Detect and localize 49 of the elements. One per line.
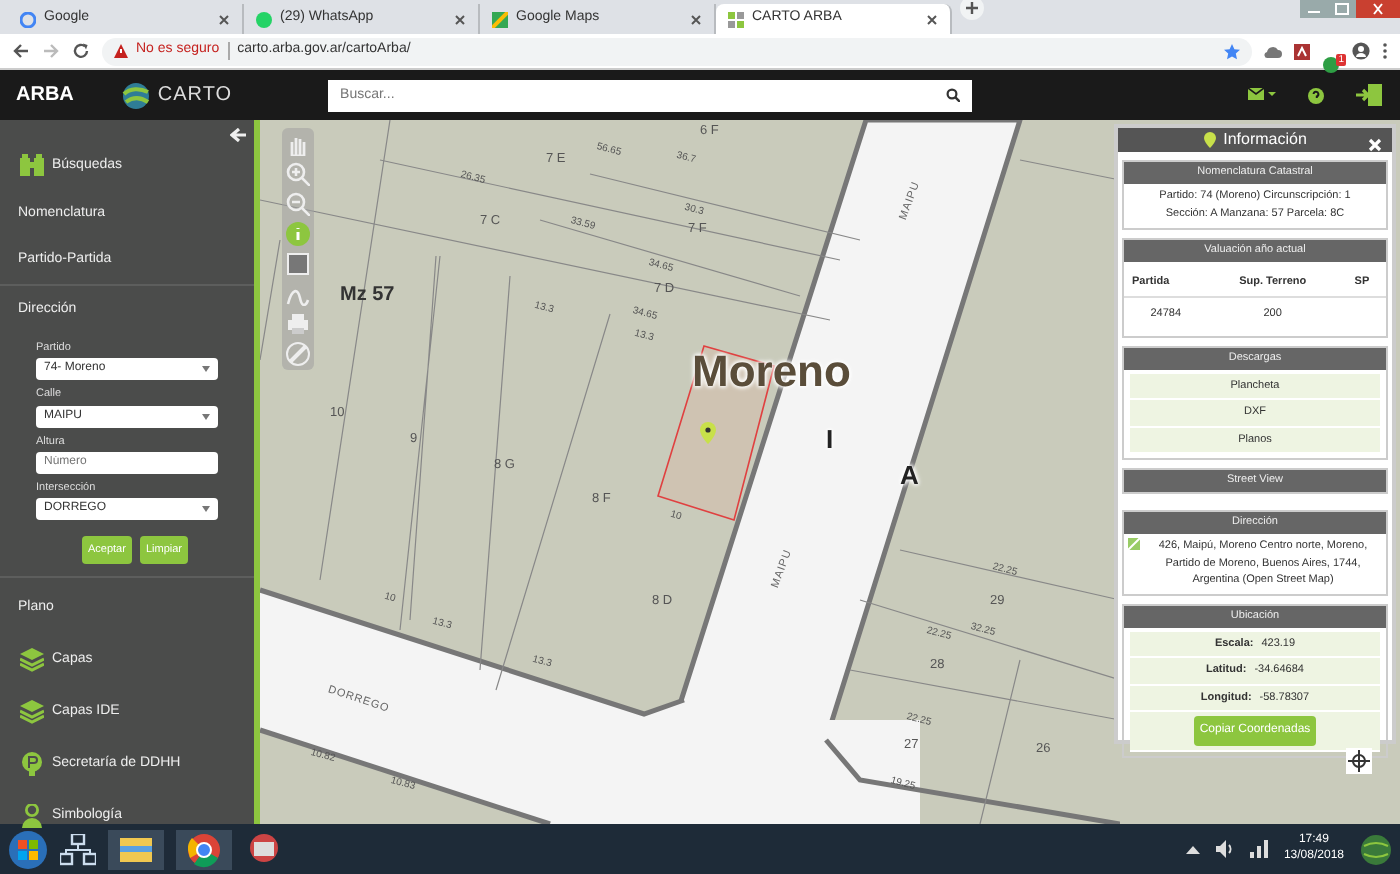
- account-icon[interactable]: [1352, 42, 1370, 60]
- mail-dropdown-icon[interactable]: [1248, 88, 1276, 102]
- zone-label: I: [826, 426, 834, 452]
- carto-logo[interactable]: CARTO: [157, 80, 233, 110]
- person-pin-icon[interactable]: [20, 804, 44, 829]
- location-pin-icon: [1203, 132, 1216, 148]
- network-nodes-icon[interactable]: [60, 833, 96, 865]
- grid-icon: [728, 11, 744, 27]
- caret-icon: [202, 506, 210, 512]
- close-icon[interactable]: [454, 13, 466, 25]
- pdf-icon[interactable]: [1294, 43, 1310, 59]
- close-icon[interactable]: [1356, 0, 1400, 18]
- zone-label: A: [900, 462, 919, 488]
- layers-icon[interactable]: [20, 700, 44, 725]
- arba-logo[interactable]: ARBA: [16, 80, 74, 110]
- kebab-menu-icon[interactable]: [1382, 42, 1388, 60]
- caret-icon: [202, 366, 210, 373]
- browser-icon[interactable]: [176, 829, 232, 869]
- collapse-arrow-icon[interactable]: [230, 128, 246, 142]
- caret-icon: [202, 413, 210, 419]
- close-icon[interactable]: [690, 13, 702, 25]
- warning-icon: [114, 44, 128, 58]
- panel-title: Información: [1223, 128, 1307, 152]
- block-label: Mz 57: [340, 286, 395, 306]
- locate-crosshair-icon[interactable]: [1346, 748, 1372, 775]
- cloud-icon[interactable]: [1264, 43, 1282, 59]
- close-icon[interactable]: [926, 13, 938, 25]
- search-icon[interactable]: [946, 88, 961, 102]
- help-icon[interactable]: [1308, 87, 1324, 103]
- signal-icon[interactable]: [1249, 840, 1268, 858]
- new-tab-icon[interactable]: [960, 0, 984, 20]
- tray-arrow-icon[interactable]: [1185, 844, 1200, 854]
- folder-icon[interactable]: [108, 829, 164, 869]
- rectangle-select-icon[interactable]: [286, 252, 310, 276]
- binoculars-icon[interactable]: [20, 154, 44, 178]
- start-orb-icon[interactable]: [8, 829, 48, 869]
- close-icon[interactable]: [218, 13, 230, 25]
- location-pin-icon[interactable]: [700, 422, 716, 444]
- star-icon[interactable]: [1224, 43, 1240, 59]
- layers-icon[interactable]: [20, 648, 44, 673]
- reload-icon[interactable]: [72, 42, 90, 60]
- chat-bubble-icon: [256, 11, 272, 27]
- speaker-icon[interactable]: [1215, 840, 1234, 858]
- globe-logo-icon: [121, 81, 150, 109]
- map-thumbnail-icon: [1128, 537, 1140, 550]
- back-arrow-icon[interactable]: [12, 42, 30, 60]
- network-globe-icon[interactable]: [1360, 833, 1392, 865]
- p-badge-icon[interactable]: [20, 752, 44, 777]
- exit-door-icon[interactable]: [1356, 84, 1384, 106]
